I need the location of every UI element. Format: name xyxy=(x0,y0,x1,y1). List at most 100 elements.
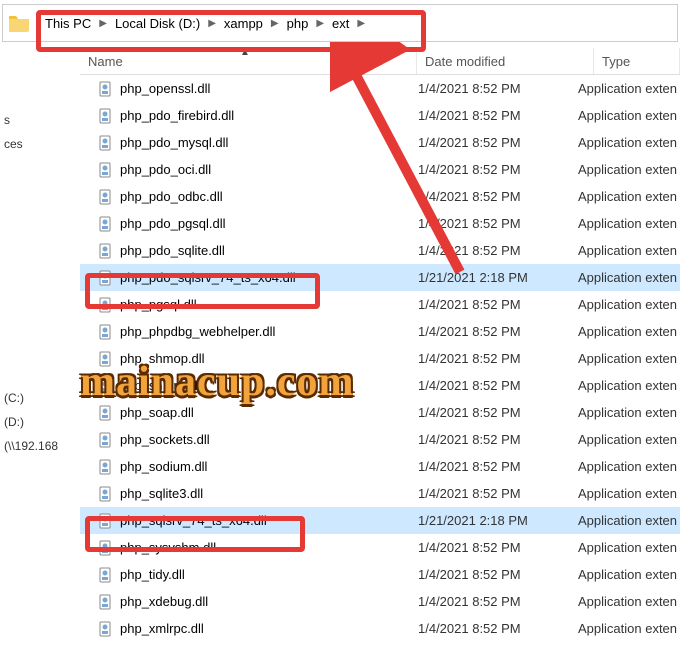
file-name: php_snmp.dll xyxy=(120,378,197,393)
file-row[interactable]: php_sqlsrv_74_ts_x64.dll 1/21/2021 2:18 P… xyxy=(80,507,680,534)
file-row[interactable]: php_pdo_firebird.dll 1/4/2021 8:52 PMAppl… xyxy=(80,102,680,129)
column-header-type[interactable]: Type xyxy=(594,48,680,74)
file-name: php_pdo_sqlsrv_74_ts_x64.dll xyxy=(120,270,296,285)
dll-file-icon xyxy=(98,432,114,448)
file-row[interactable]: php_tidy.dll1/4/2021 8:52 PMApplication … xyxy=(80,561,680,588)
dll-file-icon xyxy=(98,351,114,367)
file-date: 1/4/2021 8:52 PM xyxy=(418,162,578,177)
file-row[interactable]: php_pdo_sqlsrv_74_ts_x64.dll1/21/2021 2:… xyxy=(80,264,680,291)
file-date: 1/4/2021 8:52 PM xyxy=(418,621,578,636)
file-date: 1/4/2021 8:52 PM xyxy=(418,108,578,123)
file-type: Application exten xyxy=(578,243,680,258)
file-name: php_xdebug.dll xyxy=(120,594,208,609)
file-row[interactable]: php_openssl.dll1/4/2021 8:52 PMApplicati… xyxy=(80,75,680,102)
file-date: 1/4/2021 8:52 PM xyxy=(418,567,578,582)
file-date: 1/4/2021 8:52 PM xyxy=(418,216,578,231)
file-row[interactable]: php_soap.dll1/4/2021 8:52 PMApplication … xyxy=(80,399,680,426)
dll-file-icon xyxy=(98,621,114,637)
file-row[interactable]: php_sodium.dll1/4/2021 8:52 PMApplicatio… xyxy=(80,453,680,480)
dll-file-icon xyxy=(98,540,114,556)
chevron-right-icon[interactable]: ▶ xyxy=(355,18,367,29)
file-name: php_pdo_firebird.dll xyxy=(120,108,234,123)
chevron-right-icon[interactable]: ▶ xyxy=(206,18,218,29)
file-date: 1/4/2021 8:52 PM xyxy=(418,594,578,609)
nav-tree-item-fragment[interactable]: (C:) xyxy=(0,386,80,410)
file-name: php_tidy.dll xyxy=(120,567,185,582)
file-type: Application exten xyxy=(578,297,680,312)
file-row[interactable]: php_sockets.dll1/4/2021 8:52 PMApplicati… xyxy=(80,426,680,453)
file-type: Application exten xyxy=(578,540,680,555)
file-row[interactable]: php_xmlrpc.dll1/4/2021 8:52 PMApplicatio… xyxy=(80,615,680,642)
file-type: Application exten xyxy=(578,108,680,123)
file-date: 1/4/2021 8:52 PM xyxy=(418,540,578,555)
file-name: php_sodium.dll xyxy=(120,459,207,474)
file-name: php_sysvshm.dll xyxy=(120,540,216,555)
dll-file-icon xyxy=(98,405,114,421)
file-date: 1/21/2021 2:18 PM xyxy=(418,513,578,528)
file-type: Application exten xyxy=(578,459,680,474)
dll-file-icon xyxy=(98,567,114,583)
column-header-row: ▲ Name Date modified Type xyxy=(80,48,680,75)
file-row[interactable]: php_pgsql.dll1/4/2021 8:52 PMApplication… xyxy=(80,291,680,318)
file-name: php_sqlsrv_74_ts_x64.dll xyxy=(120,513,267,528)
file-date: 1/4/2021 8:52 PM xyxy=(418,189,578,204)
file-type: Application exten xyxy=(578,594,680,609)
file-row[interactable]: php_pdo_oci.dll1/4/2021 8:52 PMApplicati… xyxy=(80,156,680,183)
file-date: 1/4/2021 8:52 PM xyxy=(418,297,578,312)
breadcrumb-segment[interactable]: php xyxy=(281,5,315,41)
file-type: Application exten xyxy=(578,81,680,96)
file-date: 1/4/2021 8:52 PM xyxy=(418,135,578,150)
file-name: php_phpdbg_webhelper.dll xyxy=(120,324,275,339)
file-date: 1/4/2021 8:52 PM xyxy=(418,486,578,501)
file-row[interactable]: php_snmp.dll 1/4/2021 8:52 PMApplication … xyxy=(80,372,680,399)
file-row[interactable]: php_pdo_odbc.dll1/4/2021 8:52 PMApplicat… xyxy=(80,183,680,210)
breadcrumb-segment[interactable]: Local Disk (D:) xyxy=(109,5,206,41)
file-date: 1/4/2021 8:52 PM xyxy=(418,243,578,258)
file-date: 1/4/2021 8:52 PM xyxy=(418,378,578,393)
dll-file-icon xyxy=(98,216,114,232)
file-name: php_pdo_oci.dll xyxy=(120,162,211,177)
nav-tree-item-fragment[interactable]: s xyxy=(0,108,80,132)
file-name: php_sqlite3.dll xyxy=(120,486,203,501)
dll-file-icon xyxy=(98,189,114,205)
chevron-right-icon[interactable]: ▶ xyxy=(314,18,326,29)
breadcrumb-segment[interactable]: This PC xyxy=(39,5,97,41)
file-row[interactable]: php_sysvshm.dll 1/4/2021 8:52 PMApplicati… xyxy=(80,534,680,561)
nav-tree-item-fragment[interactable] xyxy=(0,376,80,386)
dll-file-icon xyxy=(98,81,114,97)
breadcrumb-segment[interactable]: xampp xyxy=(218,5,269,41)
breadcrumb-segment[interactable]: ext xyxy=(326,5,355,41)
file-type: Application exten xyxy=(578,189,680,204)
nav-tree-item-fragment[interactable]: ces xyxy=(0,132,80,156)
file-row[interactable]: php_sqlite3.dll1/4/2021 8:52 PMApplicati… xyxy=(80,480,680,507)
dll-file-icon xyxy=(98,513,114,529)
file-row[interactable]: php_xdebug.dll 1/4/2021 8:52 PMApplicatio… xyxy=(80,588,680,615)
chevron-right-icon[interactable]: ▶ xyxy=(97,18,109,29)
nav-tree-item-fragment[interactable] xyxy=(0,156,80,166)
dll-file-icon xyxy=(98,243,114,259)
file-date: 1/4/2021 8:52 PM xyxy=(418,324,578,339)
file-list-pane: ▲ Name Date modified Type php_openssl.dl… xyxy=(80,48,680,646)
nav-tree-item-fragment[interactable]: (D:) xyxy=(0,410,80,434)
file-type: Application exten xyxy=(578,405,680,420)
file-type: Application exten xyxy=(578,621,680,636)
file-row[interactable]: php_pdo_pgsql.dll1/4/2021 8:52 PMApplica… xyxy=(80,210,680,237)
file-row[interactable]: php_phpdbg_webhelper.dll 1/4/2021 8:52 PM… xyxy=(80,318,680,345)
file-name: php_shmop.dll xyxy=(120,351,205,366)
file-name: php_pdo_sqlite.dll xyxy=(120,243,225,258)
file-row[interactable]: php_pdo_mysql.dll1/4/2021 8:52 PMApplica… xyxy=(80,129,680,156)
nav-tree-item-fragment[interactable]: (\\192.168 xyxy=(0,434,80,458)
file-row[interactable]: php_pdo_sqlite.dll 1/4/2021 8:52 PMApplic… xyxy=(80,237,680,264)
dll-file-icon xyxy=(98,108,114,124)
nav-tree-fragment: sces (C:)(D:)(\\192.168 xyxy=(0,48,81,646)
file-type: Application exten xyxy=(578,432,680,447)
file-name: php_pdo_pgsql.dll xyxy=(120,216,226,231)
address-bar[interactable]: This PC▶Local Disk (D:)▶xampp▶php▶ext▶ xyxy=(2,4,678,42)
chevron-right-icon[interactable]: ▶ xyxy=(269,18,281,29)
file-date: 1/4/2021 8:52 PM xyxy=(418,351,578,366)
nav-tree-item-fragment[interactable] xyxy=(0,366,80,376)
column-header-date[interactable]: Date modified xyxy=(417,48,594,74)
file-type: Application exten xyxy=(578,513,680,528)
file-type: Application exten xyxy=(578,378,680,393)
file-row[interactable]: php_shmop.dll1/4/2021 8:52 PMApplication… xyxy=(80,345,680,372)
